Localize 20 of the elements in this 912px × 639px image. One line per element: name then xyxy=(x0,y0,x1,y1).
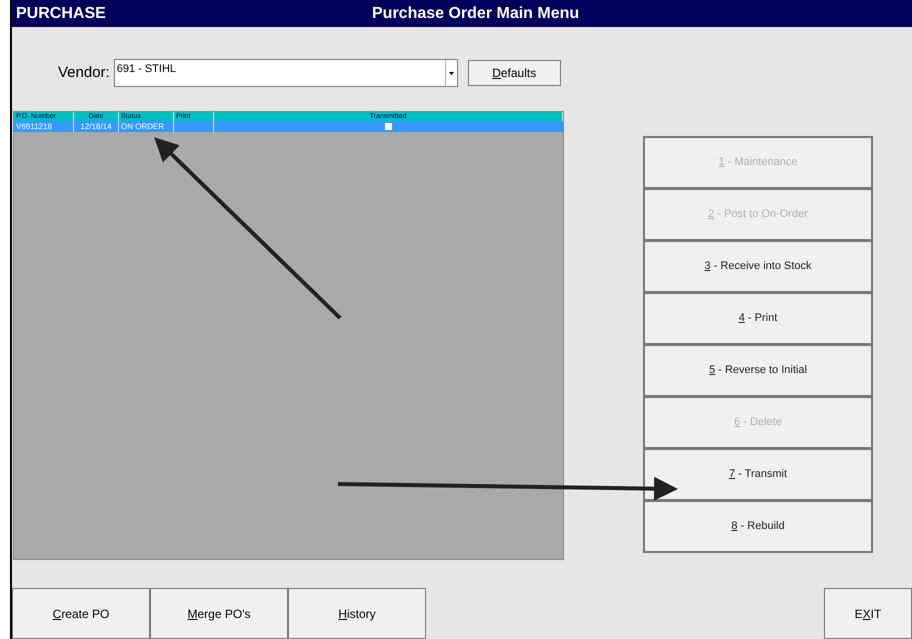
vendor-value: 691 - STIHL xyxy=(116,62,178,77)
vendor-label: Vendor: xyxy=(58,62,110,83)
table-cell: 12/18/14 xyxy=(74,121,119,132)
checkbox[interactable] xyxy=(385,123,392,130)
menu-button[interactable]: 3 - Receive into Stock xyxy=(643,240,873,293)
menu-button[interactable]: 8 - Rebuild xyxy=(643,500,873,553)
bottom-button[interactable]: Merge PO's xyxy=(150,588,288,639)
bottom-button[interactable]: Create PO xyxy=(12,588,150,639)
table-cell: ON ORDER xyxy=(119,121,174,132)
menu-button[interactable]: 4 - Print xyxy=(643,292,873,345)
dropdown-arrow-icon[interactable] xyxy=(444,60,457,86)
menu-button[interactable]: 7 - Transmit xyxy=(643,448,873,501)
bottom-button[interactable]: History xyxy=(288,588,426,639)
table-cell: V6911218 xyxy=(14,121,74,132)
defaults-button[interactable]: Defaults xyxy=(468,60,561,86)
vendor-dropdown[interactable]: 691 - STIHL xyxy=(114,59,458,87)
exit-button[interactable]: EXIT xyxy=(824,588,912,639)
window-title: Purchase Order Main Menu xyxy=(372,4,580,24)
menu-button[interactable]: 5 - Reverse to Initial xyxy=(643,344,873,397)
app-label: PURCHASE xyxy=(15,4,106,24)
